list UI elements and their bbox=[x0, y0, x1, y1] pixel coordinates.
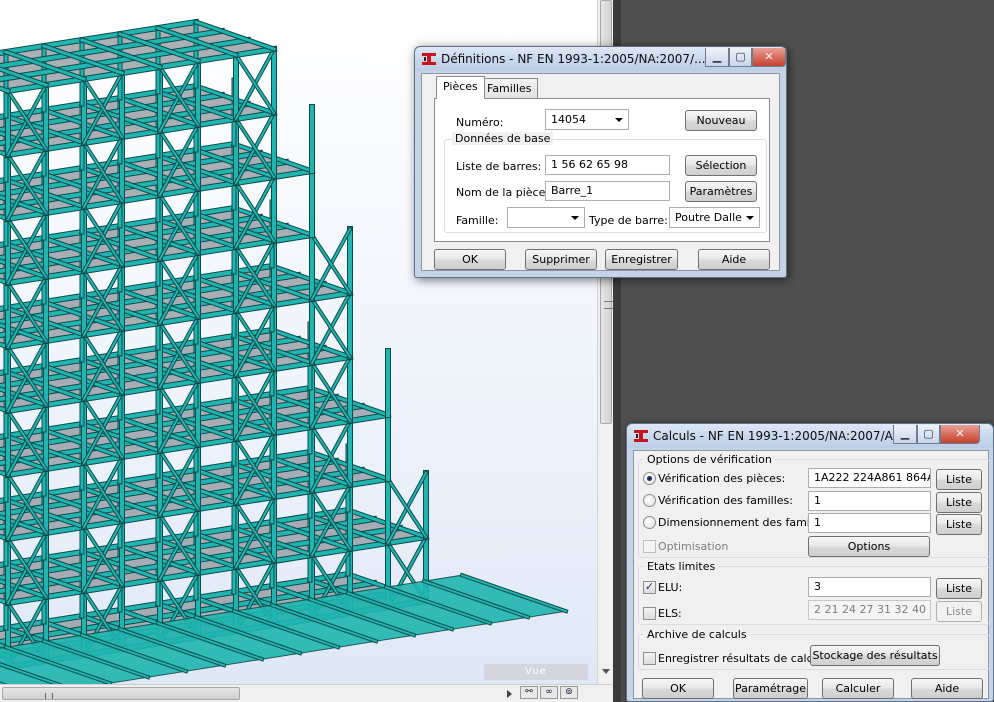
dim-families-input[interactable]: 1 bbox=[808, 513, 931, 533]
grip-icon bbox=[604, 301, 613, 309]
elu-list-button[interactable]: Liste bbox=[936, 578, 982, 599]
els-list-button: Liste bbox=[936, 601, 982, 622]
parameters-button[interactable]: Paramètres bbox=[685, 181, 757, 202]
els-label: ELS: bbox=[658, 607, 682, 620]
chevron-down-icon bbox=[746, 216, 754, 220]
definitions-titlebar[interactable]: Définitions - NF EN 1993-1:2005/NA:2007/… bbox=[415, 47, 786, 71]
verif-pieces-list-button[interactable]: Liste bbox=[936, 469, 982, 490]
verif-families-list-button[interactable]: Liste bbox=[936, 492, 982, 513]
dim-families-radio[interactable] bbox=[643, 516, 656, 529]
scroll-down-arrow-icon[interactable] bbox=[602, 669, 610, 674]
base-data-group-title: Données de base bbox=[452, 132, 554, 145]
limit-states-group-title: Etats limites bbox=[644, 560, 719, 573]
ok-button[interactable]: OK bbox=[642, 678, 714, 699]
verif-families-input[interactable]: 1 bbox=[808, 491, 931, 511]
calculations-titlebar[interactable]: Calculs - NF EN 1993-1:2005/NA:2007/AC:.… bbox=[627, 424, 993, 448]
verification-group-title: Options de vérification bbox=[644, 453, 775, 466]
bike-icon[interactable]: ⚯ bbox=[520, 686, 538, 699]
minimize-icon[interactable]: ▁ bbox=[705, 48, 729, 67]
scroll-right-arrow-icon[interactable] bbox=[507, 690, 512, 698]
horizontal-scroll-thumb[interactable] bbox=[2, 687, 240, 700]
settings-button[interactable]: Paramétrage bbox=[733, 678, 808, 699]
numero-dropdown[interactable]: 14054 bbox=[545, 109, 629, 130]
pieces-tab-panel: Numéro: 14054 Nouveau Données de base Li… bbox=[434, 98, 770, 242]
maximize-icon[interactable]: ▢ bbox=[917, 425, 940, 444]
elu-label: ELU: bbox=[658, 581, 683, 594]
minimize-icon[interactable]: ▁ bbox=[893, 425, 917, 444]
calculations-body: Options de vérification Vérification des… bbox=[633, 450, 990, 699]
binoculars-icon[interactable]: ⊚ bbox=[560, 686, 578, 699]
close-icon[interactable]: ✕ bbox=[752, 48, 786, 67]
save-results-label: Enregistrer résultats de calculs bbox=[658, 652, 829, 665]
close-icon[interactable]: ✕ bbox=[940, 425, 980, 444]
definitions-title: Définitions - NF EN 1993-1:2005/NA:2007/… bbox=[441, 52, 706, 66]
help-button[interactable]: Aide bbox=[911, 678, 983, 699]
robot-i-icon bbox=[634, 430, 648, 442]
glasses-icon[interactable]: ∞ bbox=[540, 686, 558, 699]
dim-families-list-button[interactable]: Liste bbox=[936, 514, 982, 535]
piece-name-label: Nom de la pièce: bbox=[456, 186, 550, 199]
elu-checkbox[interactable]: ✓ bbox=[643, 581, 656, 594]
family-label: Famille: bbox=[456, 214, 499, 227]
definitions-body: Pièces Familles Numéro: 14054 Nouveau Do… bbox=[421, 73, 780, 271]
verif-pieces-input[interactable]: 1A222 224A861 864A1 bbox=[808, 468, 931, 488]
piece-name-input[interactable]: Barre_1 bbox=[545, 181, 670, 201]
verif-pieces-radio[interactable] bbox=[643, 472, 656, 485]
ok-button[interactable]: OK bbox=[434, 249, 506, 270]
numero-label: Numéro: bbox=[456, 116, 504, 129]
verif-families-radio[interactable] bbox=[643, 494, 656, 507]
chevron-down-icon bbox=[571, 216, 579, 220]
robot-i-icon bbox=[422, 53, 436, 65]
help-button[interactable]: Aide bbox=[698, 249, 770, 270]
delete-button[interactable]: Supprimer bbox=[525, 249, 597, 270]
archive-group-title: Archive de calculs bbox=[644, 628, 750, 641]
save-button[interactable]: Enregistrer bbox=[605, 249, 678, 270]
dim-families-label: Dimensionnement des familles: bbox=[658, 516, 833, 529]
verif-families-label: Vérification des familles: bbox=[658, 494, 793, 507]
tab-familles[interactable]: Familles bbox=[480, 78, 539, 99]
tab-pieces[interactable]: Pièces bbox=[436, 76, 485, 99]
definitions-dialog: Définitions - NF EN 1993-1:2005/NA:2007/… bbox=[414, 46, 787, 278]
calculate-button[interactable]: Calculer bbox=[822, 678, 894, 699]
calculations-title: Calculs - NF EN 1993-1:2005/NA:2007/AC:.… bbox=[653, 429, 917, 443]
bar-type-label: Type de barre: bbox=[589, 214, 668, 227]
optimisation-label: Optimisation bbox=[658, 540, 729, 553]
results-storage-button[interactable]: Stockage des résultats bbox=[810, 645, 940, 666]
bar-list-input[interactable]: 1 56 62 65 98 bbox=[545, 155, 670, 175]
maximize-icon[interactable]: ▢ bbox=[729, 48, 752, 67]
bar-list-label: Liste de barres: bbox=[456, 160, 542, 173]
calculations-dialog: Calculs - NF EN 1993-1:2005/NA:2007/AC:.… bbox=[626, 423, 994, 702]
grip-icon bbox=[45, 693, 53, 699]
els-checkbox[interactable] bbox=[643, 607, 656, 620]
els-input: 2 21 24 27 31 32 40 46 bbox=[808, 600, 931, 620]
new-button[interactable]: Nouveau bbox=[685, 110, 757, 131]
bar-type-dropdown[interactable]: Poutre Dalle bbox=[669, 207, 760, 228]
save-results-checkbox[interactable] bbox=[643, 652, 656, 665]
chevron-down-icon bbox=[615, 118, 623, 122]
optimisation-checkbox[interactable] bbox=[643, 540, 656, 553]
view-toolbar: ⚯ ∞ ⊚ bbox=[520, 686, 578, 700]
selection-button[interactable]: Sélection bbox=[685, 155, 757, 176]
view-label: Vue bbox=[484, 664, 588, 680]
elu-input[interactable]: 3 bbox=[808, 577, 931, 597]
options-button[interactable]: Options bbox=[808, 536, 930, 557]
verif-pieces-label: Vérification des pièces: bbox=[658, 472, 786, 485]
family-dropdown[interactable] bbox=[507, 207, 585, 228]
